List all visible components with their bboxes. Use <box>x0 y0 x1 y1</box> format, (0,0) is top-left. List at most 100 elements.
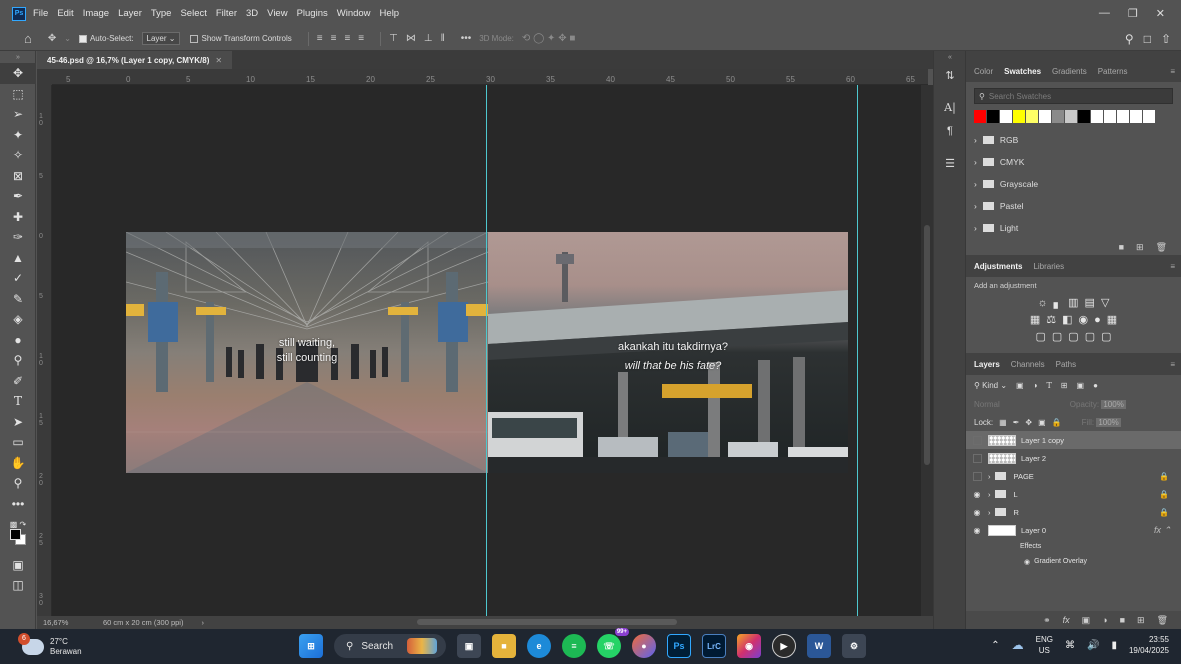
chevron-up-icon[interactable]: ⌃ <box>991 640 999 651</box>
object-select-tool-icon[interactable]: ✦ <box>0 125 36 146</box>
layer-row[interactable]: Layer 1 copy <box>966 431 1181 449</box>
lock-all-icon[interactable]: 🔒 <box>1052 418 1062 427</box>
exposure-icon[interactable]: ▤ <box>1085 296 1095 309</box>
layer-row[interactable]: ◉ › L 🔒 <box>966 485 1181 503</box>
collapse-icon[interactable]: « <box>934 51 966 63</box>
tab-layers[interactable]: Layers <box>974 360 1000 369</box>
fill-control[interactable]: Fill: 100% <box>1082 417 1121 427</box>
lightroom-classic-icon[interactable]: LrC <box>702 634 726 658</box>
eye-icon[interactable]: ◉ <box>966 490 988 499</box>
distribute-icon[interactable]: ≡ <box>358 33 364 44</box>
paragraph-icon[interactable]: ¶ <box>934 119 966 143</box>
delete-icon[interactable]: 🗑 <box>1157 615 1168 626</box>
lock-transparent-icon[interactable]: ▦ <box>999 418 1007 427</box>
dodge-tool-icon[interactable]: ⚲ <box>0 350 36 371</box>
align-bottom-icon[interactable]: ⊥ <box>424 33 433 44</box>
crop-tool-icon[interactable]: ⊠ <box>0 166 36 187</box>
tab-paths[interactable]: Paths <box>1056 360 1076 369</box>
marquee-tool-icon[interactable]: ⬚ <box>0 84 36 105</box>
screen-mode-icon[interactable]: ◫ <box>0 575 36 596</box>
tab-swatches[interactable]: Swatches <box>1004 67 1041 76</box>
type-tool-icon[interactable]: T <box>0 391 36 412</box>
swatch[interactable] <box>974 110 986 123</box>
instagram-icon[interactable]: ◉ <box>737 634 761 658</box>
auto-select-dropdown[interactable]: Layer ⌄ <box>141 32 181 45</box>
photoshop-app-icon[interactable]: Ps <box>667 634 691 658</box>
channel-mixer-icon[interactable]: ● <box>1094 314 1101 326</box>
menu-view[interactable]: View <box>267 8 287 19</box>
paint-bucket-tool-icon[interactable]: ◈ <box>0 309 36 330</box>
menu-edit[interactable]: Edit <box>57 8 73 19</box>
photo-filter-icon[interactable]: ◉ <box>1079 313 1089 326</box>
visibility-toggle[interactable] <box>966 471 988 481</box>
posterize-icon[interactable]: ▢ <box>1052 330 1062 343</box>
layer-row[interactable]: ◉ Layer 0 fx ⌃ <box>966 521 1181 539</box>
chevron-down-icon[interactable]: ⌄ <box>64 34 71 43</box>
word-icon[interactable]: W <box>807 634 831 658</box>
more-options-icon[interactable]: ••• <box>461 33 472 44</box>
layer-name[interactable]: Layer 0 <box>1021 526 1046 535</box>
lock-artboard-icon[interactable]: ▣ <box>1038 418 1046 427</box>
workspace-icon[interactable]: □ <box>1144 32 1151 46</box>
invert-icon[interactable]: ▢ <box>1035 330 1045 343</box>
chevron-right-icon[interactable]: › <box>988 472 991 481</box>
move-tool-icon[interactable]: ✥ <box>48 33 56 44</box>
swatch-search-input[interactable]: ⚲ Search Swatches <box>974 88 1173 104</box>
layer-name[interactable]: Layer 1 copy <box>1021 436 1064 445</box>
blend-mode-dropdown[interactable]: Normal <box>974 400 1000 409</box>
whatsapp-icon[interactable]: ☏ 99+ <box>597 628 629 658</box>
swatch[interactable] <box>1104 110 1116 123</box>
fx-icon[interactable]: fx <box>1063 615 1070 625</box>
swatch[interactable] <box>1143 110 1155 123</box>
weather-widget[interactable]: 6 27°C Berawan <box>18 632 82 657</box>
stamp-tool-icon[interactable]: ▲ <box>0 248 36 269</box>
swatch[interactable] <box>1000 110 1012 123</box>
chevron-right-icon[interactable]: › <box>988 508 991 517</box>
levels-icon[interactable]: ▖ <box>1054 296 1062 309</box>
path-select-tool-icon[interactable]: ➤ <box>0 412 36 433</box>
zoom-tool-icon[interactable]: ⚲ <box>0 473 36 494</box>
layer-row[interactable]: Layer 2 <box>966 449 1181 467</box>
airport-exterior-image[interactable]: akankah itu takdirnya? will that be his … <box>488 232 848 473</box>
tab-color[interactable]: Color <box>974 67 993 76</box>
panel-menu-icon[interactable]: ≡ <box>1170 67 1175 76</box>
new-swatch-icon[interactable]: ⊞ <box>1136 242 1144 253</box>
swatch[interactable] <box>1026 110 1038 123</box>
magic-wand-tool-icon[interactable]: ✧ <box>0 145 36 166</box>
black-white-icon[interactable]: ◧ <box>1062 313 1072 326</box>
share-icon[interactable]: ⇧ <box>1161 32 1171 46</box>
gradient-map-icon[interactable]: ▢ <box>1101 330 1111 343</box>
move-tool-icon[interactable]: ✥ <box>0 63 36 84</box>
filter-smart-object-icon[interactable]: ▣ <box>1077 381 1085 390</box>
eye-icon[interactable]: ◉ <box>1024 558 1030 566</box>
onedrive-icon[interactable]: ☁ <box>1012 638 1024 652</box>
swatch[interactable] <box>1065 110 1077 123</box>
mask-icon[interactable]: ▣ <box>1082 615 1091 626</box>
status-chevron-icon[interactable]: › <box>201 618 204 627</box>
panel-menu-icon[interactable]: ≡ <box>1170 262 1175 271</box>
spotify-icon[interactable]: ≡ <box>562 634 586 658</box>
new-group-icon[interactable]: ■ <box>1120 615 1125 625</box>
lock-position-icon[interactable]: ✥ <box>1025 418 1032 427</box>
effect-item[interactable]: ◉ Gradient Overlay <box>966 554 1181 569</box>
filter-toggle-icon[interactable]: ● <box>1093 381 1098 390</box>
menu-filter[interactable]: Filter <box>216 8 237 19</box>
guide-line[interactable] <box>486 85 487 616</box>
filter-adjustment-icon[interactable]: ◑ <box>1033 381 1038 390</box>
eye-icon[interactable]: ◉ <box>966 508 988 517</box>
swatch-folder-light[interactable]: › Light <box>966 217 1181 239</box>
history-brush-tool-icon[interactable]: ✓ <box>0 268 36 289</box>
tab-libraries[interactable]: Libraries <box>1033 262 1064 271</box>
align-left-icon[interactable]: ≡ <box>317 33 323 44</box>
tab-adjustments[interactable]: Adjustments <box>974 262 1022 271</box>
eraser-tool-icon[interactable]: ✎ <box>0 289 36 310</box>
restore-icon[interactable]: ❐ <box>1128 7 1138 20</box>
show-transform-checkbox[interactable]: Show Transform Controls <box>190 34 292 43</box>
threshold-icon[interactable]: ▢ <box>1068 330 1078 343</box>
color-lookup-icon[interactable]: ▦ <box>1107 313 1117 326</box>
more-tools-icon[interactable]: ••• <box>0 494 36 515</box>
layer-kind-filter[interactable]: ⚲ Kind ⌄ <box>974 381 1007 390</box>
swatch[interactable] <box>1052 110 1064 123</box>
menu-select[interactable]: Select <box>180 8 206 19</box>
edge-browser-icon[interactable]: e <box>527 634 551 658</box>
